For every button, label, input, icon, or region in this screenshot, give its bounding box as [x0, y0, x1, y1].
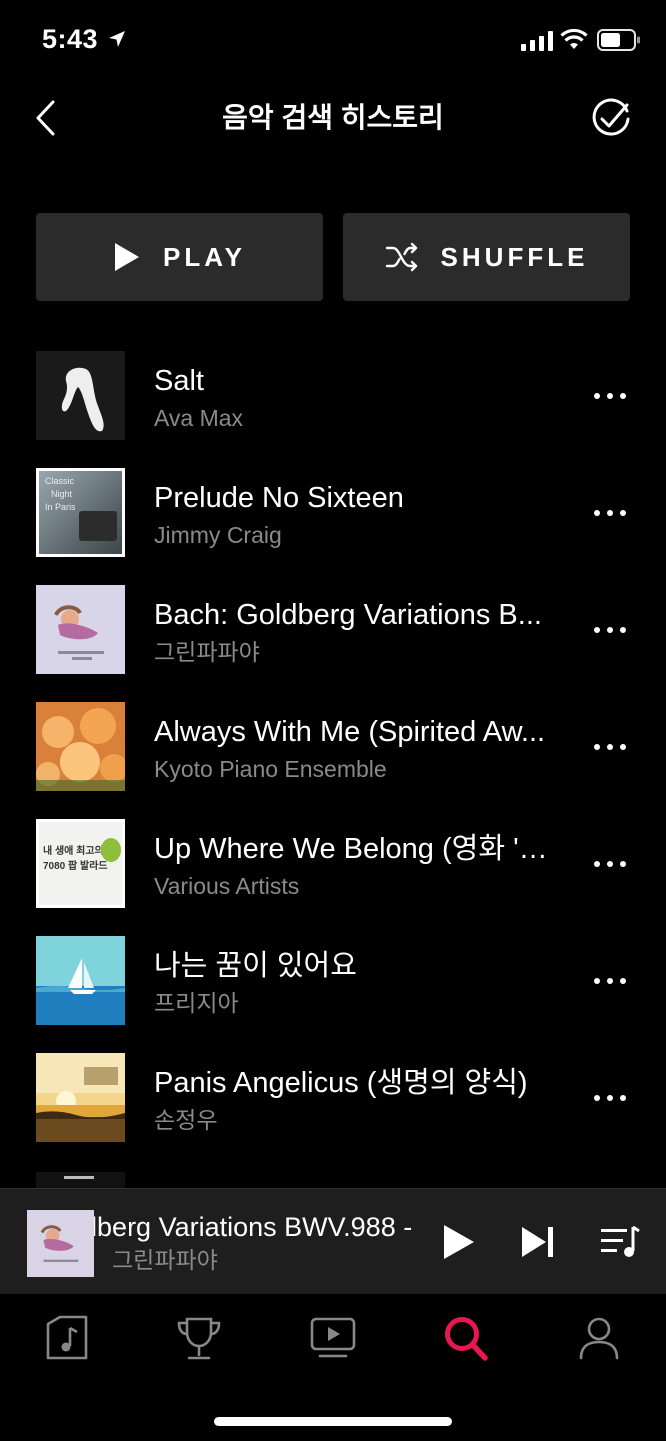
track-row[interactable]: 내 생애 최고의 7080 팝 발라드 Up Where We Belong (…	[0, 819, 666, 909]
next-track-button[interactable]	[519, 1224, 557, 1260]
album-art	[36, 702, 125, 791]
album-art	[36, 585, 125, 674]
shuffle-button[interactable]: SHUFFLE	[343, 213, 630, 301]
track-artist: Ava Max	[154, 405, 244, 431]
shuffle-icon	[385, 242, 417, 272]
mini-player-title-marquee: Goldberg Variations BWV.988 - Variatio	[94, 1209, 414, 1245]
track-artist: Kyoto Piano Ensemble	[154, 756, 387, 782]
track-row[interactable]: 나는 꿈이 있어요 프리지아	[0, 936, 666, 1026]
track-artist: 손정우	[154, 1107, 218, 1133]
more-options-button[interactable]	[588, 498, 632, 528]
play-all-label: PLAY	[163, 241, 246, 272]
more-options-button[interactable]	[588, 732, 632, 762]
play-all-button[interactable]: PLAY	[36, 213, 323, 301]
track-title: Salt	[154, 365, 204, 397]
track-row[interactable]: Classic Night In Paris Prelude No Sixtee…	[0, 468, 666, 558]
page-title: 음악 검색 히스토리	[222, 102, 444, 133]
track-artist: Various Artists	[154, 873, 300, 899]
album-art	[36, 351, 125, 440]
battery-icon	[597, 29, 640, 51]
mini-player-artist: 그린파파야	[112, 1247, 218, 1273]
more-options-button[interactable]	[588, 615, 632, 645]
album-art	[36, 936, 125, 1025]
album-art: 내 생애 최고의 7080 팝 발라드	[36, 819, 125, 908]
track-title: Always With Me (Spirited Aw...	[154, 716, 546, 748]
search-icon[interactable]	[441, 1314, 491, 1364]
more-options-button[interactable]	[588, 849, 632, 879]
track-title: Panis Angelicus (생명의 양식)	[154, 1067, 528, 1099]
track-row[interactable]: Salt Ava Max	[0, 351, 666, 441]
album-art: Classic Night In Paris	[36, 468, 125, 557]
select-check-icon[interactable]	[589, 97, 633, 141]
video-icon[interactable]	[308, 1314, 358, 1364]
track-title: Up Where We Belong (영화 '…	[154, 833, 548, 865]
track-artist: 그린파파야	[154, 639, 260, 665]
music-note-icon[interactable]	[42, 1314, 92, 1364]
mini-player-album-art	[27, 1210, 94, 1277]
trophy-icon[interactable]	[174, 1314, 224, 1364]
track-row[interactable]: Always With Me (Spirited Aw... Kyoto Pia…	[0, 702, 666, 792]
track-title: Prelude No Sixteen	[154, 482, 404, 514]
more-options-button[interactable]	[588, 381, 632, 411]
track-row[interactable]: Bach: Goldberg Variations B... 그린파파야	[0, 585, 666, 675]
profile-icon[interactable]	[574, 1314, 624, 1364]
track-title: Bach: Goldberg Variations B...	[154, 599, 542, 631]
playlist-queue-icon[interactable]	[599, 1223, 641, 1261]
status-time: 5:43	[42, 24, 99, 54]
cellular-signal-icon	[521, 31, 553, 51]
more-options-button[interactable]	[588, 1083, 632, 1113]
track-title: 나는 꿈이 있어요	[154, 950, 357, 982]
play-button[interactable]	[438, 1222, 478, 1262]
mini-player[interactable]: Goldberg Variations BWV.988 - Variatio 그…	[0, 1188, 666, 1294]
wifi-icon	[560, 28, 588, 49]
home-indicator[interactable]	[214, 1417, 452, 1426]
more-options-button[interactable]	[588, 966, 632, 996]
track-artist: 프리지아	[154, 990, 239, 1016]
status-bar: 5:43	[0, 0, 666, 80]
track-row[interactable]: Panis Angelicus (생명의 양식) 손정우	[0, 1053, 666, 1143]
album-art	[36, 1172, 125, 1188]
location-arrow-icon	[109, 31, 125, 47]
play-icon	[115, 243, 140, 271]
shuffle-label: SHUFFLE	[440, 241, 589, 272]
mini-player-title: Goldberg Variations BWV.988 - Variatio	[94, 1212, 414, 1242]
track-artist: Jimmy Craig	[154, 522, 282, 548]
album-art	[36, 1053, 125, 1142]
